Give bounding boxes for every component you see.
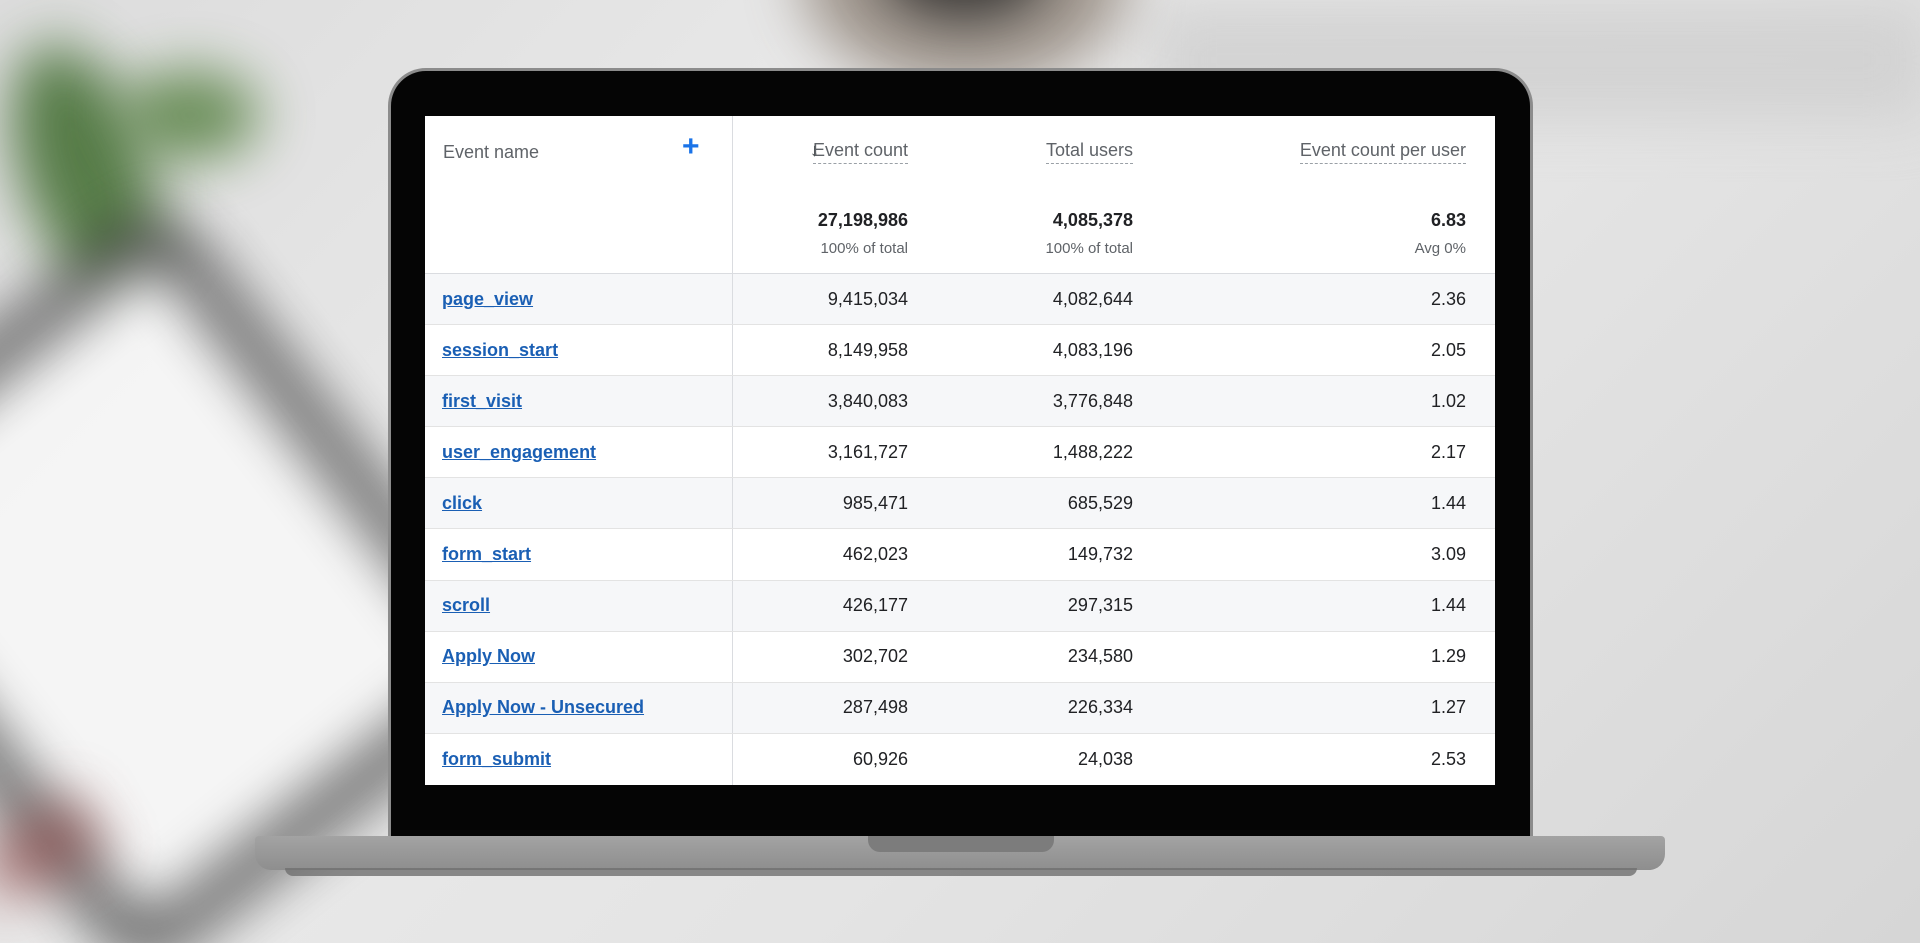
column-title-event-name: Event name [443,142,540,162]
per-user-cell: 1.02 [1430,390,1466,411]
per-user-cell: 2.53 [1430,748,1466,769]
total-per-user-pct: Avg 0% [1414,240,1466,257]
event-count-cell: 287,498 [842,697,908,718]
total-users-cell: 234,580 [1067,646,1133,667]
event-name-link[interactable]: page_view [442,289,533,310]
total-users-value: 4,085,378 [1052,210,1133,230]
per-user-cell: 1.29 [1430,646,1466,667]
event-count-cell: 462,023 [842,544,908,565]
event-count-cell: 302,702 [842,646,908,667]
table-row: form_submit 60,926 24,038 2.53 [425,733,1495,785]
plus-icon[interactable]: + [682,132,700,162]
table-row: form_start 462,023 149,732 3.09 [425,529,1495,581]
event-name-link[interactable]: user_engagement [442,442,596,463]
event-name-link[interactable]: click [442,493,482,514]
per-user-cell: 3.09 [1430,544,1466,565]
event-count-cell: 985,471 [842,492,908,513]
table-row: session_start 8,149,958 4,083,196 2.05 [425,325,1495,377]
per-user-cell: 1.44 [1430,595,1466,616]
table-row: click 985,471 685,529 1.44 [425,478,1495,530]
total-users-cell: 297,315 [1067,595,1133,616]
per-user-cell: 2.36 [1430,288,1466,309]
table-row: scroll 426,177 297,315 1.44 [425,580,1495,632]
total-users-cell: 4,083,196 [1052,339,1133,360]
table-row: Apply Now 302,702 234,580 1.29 [425,631,1495,683]
laptop-base-shadow [285,868,1637,876]
total-users-pct: 100% of total [1045,240,1133,257]
column-title-per-user[interactable]: Event count per user [1299,140,1466,164]
total-users-cell: 149,732 [1067,544,1133,565]
total-users-cell: 24,038 [1077,748,1133,769]
total-per-user: 6.83 [1430,210,1466,230]
event-count-cell: 3,161,727 [827,441,908,462]
event-name-link[interactable]: scroll [442,595,490,616]
laptop-notch [868,836,1054,852]
table-body: page_view 9,415,034 4,082,644 2.36 sessi… [425,274,1495,785]
table-row: first_visit 3,840,083 3,776,848 1.02 [425,376,1495,428]
total-users-cell: 4,082,644 [1052,288,1133,309]
per-user-cell: 1.44 [1430,492,1466,513]
event-name-link[interactable]: first_visit [442,391,522,412]
event-count-cell: 60,926 [852,748,908,769]
event-count-cell: 3,840,083 [827,390,908,411]
event-name-link[interactable]: Apply Now [442,646,535,667]
event-count-cell: 9,415,034 [827,288,908,309]
total-event-count-pct: 100% of total [820,240,908,257]
header-total-users[interactable]: Total users 4,085,378 100% of total [937,116,1162,273]
per-user-cell: 1.27 [1430,697,1466,718]
background-plant-leaf [0,24,199,316]
per-user-cell: 2.17 [1430,441,1466,462]
per-user-cell: 2.05 [1430,339,1466,360]
column-title-event-count[interactable]: Event count [812,140,908,164]
header-event-count[interactable]: ↓ Event count 27,198,986 100% of total [733,116,937,273]
events-report-table: Event name + ↓ Event count 27,198,986 10… [425,116,1495,785]
table-row: Apply Now - Unsecured 287,498 226,334 1.… [425,682,1495,734]
event-name-link[interactable]: session_start [442,340,558,361]
background-plant-leaf [120,70,260,160]
header-event-name: Event name + [425,116,733,273]
total-users-cell: 226,334 [1067,697,1133,718]
event-count-cell: 8,149,958 [827,339,908,360]
event-name-link[interactable]: Apply Now - Unsecured [442,697,644,718]
total-users-cell: 3,776,848 [1052,390,1133,411]
header-per-user[interactable]: Event count per user 6.83 Avg 0% [1162,116,1495,273]
column-title-total-users[interactable]: Total users [1045,140,1133,164]
total-users-cell: 1,488,222 [1052,441,1133,462]
total-users-cell: 685,529 [1067,492,1133,513]
table-row: user_engagement 3,161,727 1,488,222 2.17 [425,427,1495,479]
table-header: Event name + ↓ Event count 27,198,986 10… [425,116,1495,274]
event-count-cell: 426,177 [842,595,908,616]
total-event-count: 27,198,986 [817,210,908,230]
table-row: page_view 9,415,034 4,082,644 2.36 [425,274,1495,326]
event-name-link[interactable]: form_submit [442,749,551,770]
event-name-link[interactable]: form_start [442,544,531,565]
